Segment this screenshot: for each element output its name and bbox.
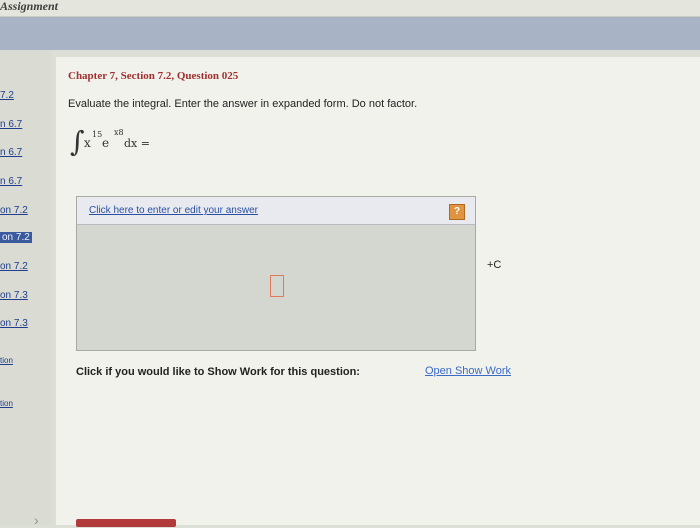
sidebar-item-7-2-active[interactable]: on 7.2	[0, 232, 32, 243]
integral-sign: ∫	[70, 125, 85, 158]
integral-expression: ∫ x 15 e x8 dx =	[70, 125, 180, 166]
question-icon[interactable]: ?	[449, 204, 465, 220]
answer-input-cursor[interactable]	[270, 275, 284, 297]
integrand-dx: dx =	[124, 137, 150, 150]
sidebar-item-6-7[interactable]: n 6.7	[0, 147, 22, 158]
header-band	[0, 17, 700, 50]
sidebar-item-6-7[interactable]: n 6.7	[0, 119, 22, 130]
sidebar: 7.2 n 6.7 n 6.7 n 6.7 on 7.2 on 7.2 on 7…	[0, 50, 52, 525]
top-bar: Assignment	[0, 0, 700, 17]
sidebar-item-section[interactable]: tion	[0, 400, 13, 408]
integrand-e: e	[102, 136, 110, 150]
plus-c-label: +C	[487, 259, 502, 271]
sidebar-item-6-7[interactable]: n 6.7	[0, 176, 22, 187]
show-work-label: Click if you would like to Show Work for…	[76, 366, 360, 378]
chevron-right-icon[interactable]: ›	[34, 512, 39, 528]
sidebar-item-section[interactable]: tion	[0, 357, 13, 365]
edit-answer-link[interactable]: Click here to enter or edit your answer	[89, 205, 258, 216]
sidebar-item-7-3[interactable]: on 7.3	[0, 290, 28, 301]
submit-button[interactable]	[76, 519, 176, 527]
sidebar-item-7-2[interactable]: 7.2	[0, 90, 14, 101]
integrand-e-exponent: x8	[114, 128, 124, 137]
sidebar-item-7-3[interactable]: on 7.3	[0, 318, 28, 329]
sidebar-item-7-2[interactable]: on 7.2	[0, 205, 28, 216]
question-header: Chapter 7, Section 7.2, Question 025	[68, 70, 239, 82]
window-title: Assignment	[0, 0, 59, 13]
question-prompt: Evaluate the integral. Enter the answer …	[68, 98, 418, 110]
answer-editor[interactable]: Click here to enter or edit your answer …	[76, 196, 476, 351]
sidebar-item-7-2[interactable]: on 7.2	[0, 261, 28, 272]
integrand-x: x	[84, 136, 91, 150]
open-show-work-link[interactable]: Open Show Work	[425, 365, 511, 377]
answer-editor-header: Click here to enter or edit your answer …	[77, 197, 475, 225]
integrand-x-exponent: 15	[92, 130, 103, 139]
